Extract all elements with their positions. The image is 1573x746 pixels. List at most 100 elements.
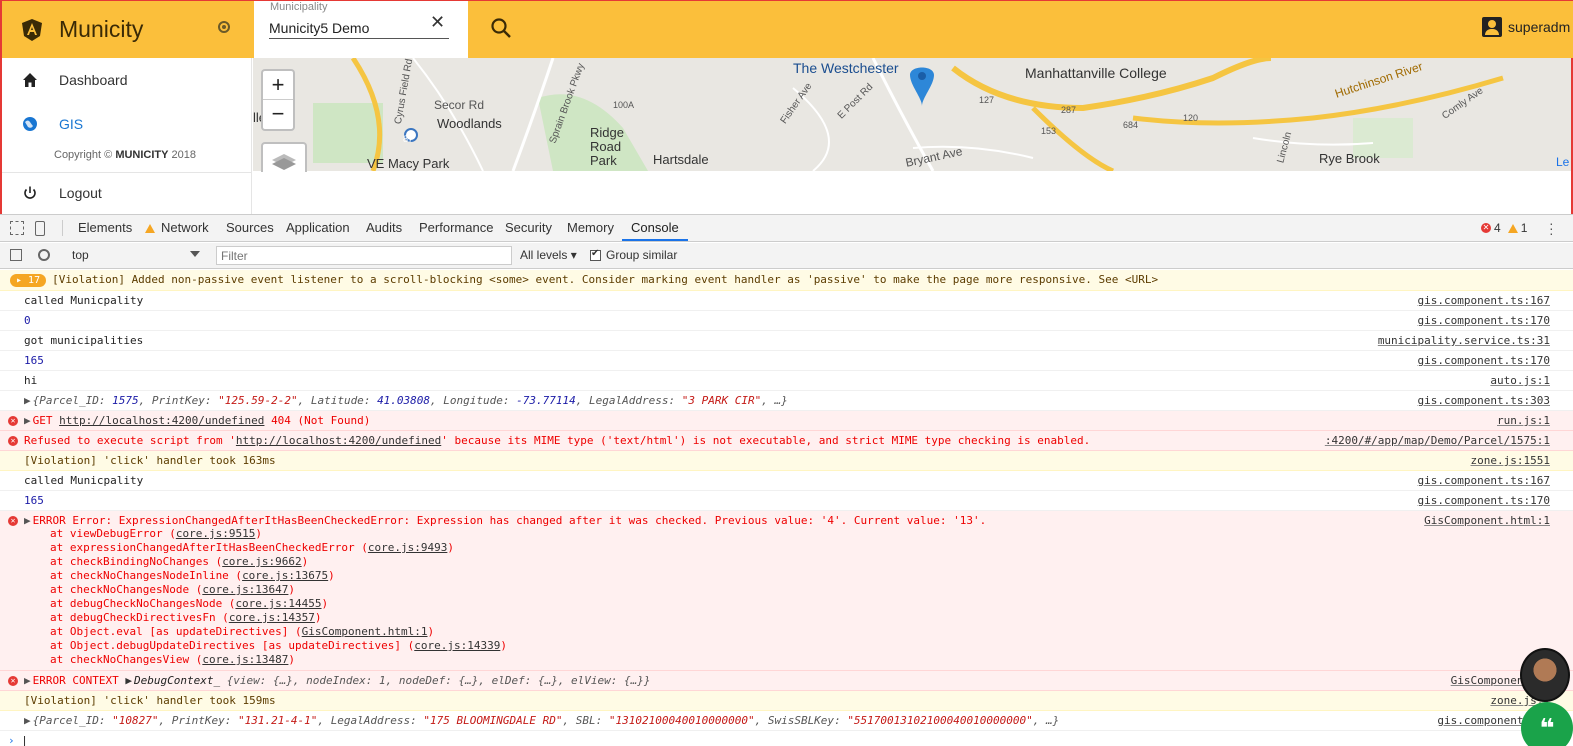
console-message[interactable]: called Municpality gis.component.ts:167 [0, 291, 1573, 311]
console-warning[interactable]: [Violation] 'click' handler took 159ms zo… [0, 691, 1573, 711]
sidebar-item-gis[interactable]: GIS [2, 104, 252, 144]
map-label: Manhattanville College [1025, 65, 1167, 81]
zoom-control: + − [261, 69, 295, 131]
source-link[interactable]: :4200/#/app/map/Demo/Parcel/1575:1 [1325, 434, 1550, 447]
tab-elements[interactable]: Elements [78, 215, 132, 241]
map-label: Woodlands [437, 116, 502, 131]
home-icon [23, 73, 37, 87]
source-link[interactable]: municipality.service.ts:31 [1378, 334, 1550, 347]
divider [62, 220, 63, 236]
zoom-out-button[interactable]: − [263, 100, 293, 129]
sidebar-item-logout[interactable]: Logout [2, 172, 252, 212]
repeat-count-badge: ▸ 17 [10, 274, 47, 287]
map-view[interactable]: The Westchester Manhattanville College W… [253, 58, 1571, 171]
context-select[interactable]: top [66, 246, 206, 265]
console-prompt[interactable]: › | [0, 731, 1573, 746]
group-similar-checkbox[interactable]: Group similar [590, 248, 677, 262]
console-error[interactable]: ✕ ▶ ERROR CONTEXT ▶ DebugContext_ {view: {… [0, 671, 1573, 691]
source-link[interactable]: run.js:1 [1497, 414, 1550, 427]
url-link[interactable]: http://localhost:4200/undefined [59, 414, 264, 427]
route-shield: 87 [403, 134, 414, 144]
tab-security[interactable]: Security [505, 215, 552, 241]
chat-icon[interactable]: ❝ [1521, 702, 1573, 746]
more-options-icon[interactable]: · · · [1549, 216, 1554, 240]
console-warning[interactable]: [Violation] 'click' handler took 163ms zo… [0, 451, 1573, 471]
device-toolbar-icon[interactable] [35, 221, 45, 236]
source-link[interactable]: gis.component.ts:170 [1418, 354, 1550, 367]
user-menu[interactable]: superadm [1482, 17, 1570, 37]
error-icon: ✕ [8, 436, 18, 446]
expand-arrow-icon[interactable]: ▶ [24, 714, 31, 727]
map-attribution[interactable]: Le [1556, 155, 1569, 169]
route-shield: 100A [613, 100, 635, 110]
console-error[interactable]: ✕ ▶ GET http://localhost:4200/undefined 4… [0, 411, 1573, 431]
tab-performance[interactable]: Performance [419, 215, 493, 241]
municipality-input[interactable] [269, 17, 449, 39]
console-message[interactable]: 165 gis.component.ts:170 [0, 491, 1573, 511]
error-count: 4 [1494, 221, 1501, 235]
tab-network[interactable]: Network [161, 215, 209, 241]
filter-input[interactable] [216, 246, 512, 265]
console-output: ▸ 17 [Violation] Added non-passive event … [0, 270, 1573, 746]
tab-audits[interactable]: Audits [366, 215, 402, 241]
municipality-select[interactable]: Municipality ✕ [254, 1, 468, 58]
sidebar-toggle-icon[interactable] [10, 249, 22, 261]
expand-arrow-icon[interactable]: ▶ [24, 514, 31, 527]
warning-icon [145, 224, 155, 233]
globe-icon [23, 117, 37, 131]
tab-console[interactable]: Console [622, 215, 688, 241]
zoom-in-button[interactable]: + [263, 71, 293, 100]
radio-toggle-icon[interactable] [218, 21, 230, 33]
brand: Municity [2, 1, 252, 58]
console-error[interactable]: ✕ Refused to execute script from 'http:/… [0, 431, 1573, 451]
source-link[interactable]: GisComponent.html:1 [1424, 514, 1550, 527]
expand-arrow-icon[interactable]: ▶ [24, 674, 31, 687]
console-message[interactable]: 165 gis.component.ts:170 [0, 351, 1573, 371]
angular-logo-icon [22, 18, 42, 41]
source-link[interactable]: zone.js:1551 [1471, 454, 1550, 467]
console-message[interactable]: got municipalities municipality.service.t… [0, 331, 1573, 351]
map-label: Rye Brook [1319, 151, 1380, 166]
tab-application[interactable]: Application [286, 215, 350, 241]
clear-console-icon[interactable] [38, 249, 50, 261]
app-title: Municity [59, 16, 144, 42]
devtools-tabbar: Elements Network Sources Application Aud… [0, 215, 1573, 242]
map-label: Ridge Road Park [590, 125, 624, 168]
clear-icon[interactable]: ✕ [430, 12, 445, 33]
console-message[interactable]: 0 gis.component.ts:170 [0, 311, 1573, 331]
route-shield: 287 [1061, 105, 1077, 115]
levels-dropdown[interactable]: All levels ▾ [520, 248, 577, 262]
tab-sources[interactable]: Sources [226, 215, 274, 241]
sidebar-item-label: Logout [59, 184, 102, 201]
user-name: superadm [1508, 19, 1571, 35]
error-icon: ✕ [8, 516, 18, 526]
console-object[interactable]: ▶ {Parcel_ID: "10827", PrintKey: "131.21-… [0, 711, 1573, 731]
expand-arrow-icon[interactable]: ▶ [24, 414, 31, 427]
url-link[interactable]: http://localhost:4200/undefined [236, 434, 441, 447]
sidebar-item-dashboard[interactable]: Dashboard [2, 60, 252, 100]
map-label: The Westchester [793, 60, 899, 76]
tab-memory[interactable]: Memory [567, 215, 614, 241]
layers-button[interactable] [261, 142, 307, 172]
stack-trace: at viewDebugError (core.js:9515) at expre… [50, 527, 507, 666]
error-icon: ✕ [1481, 223, 1491, 233]
console-toolbar: top All levels ▾ Group similar [0, 243, 1573, 269]
source-link[interactable]: gis.component.ts:167 [1418, 474, 1550, 487]
source-link[interactable]: gis.component.ts:170 [1418, 314, 1550, 327]
search-icon[interactable] [490, 17, 512, 39]
console-message[interactable]: hi auto.js:1 [0, 371, 1573, 391]
issue-counter[interactable]: ✕ 4 1 [1481, 221, 1527, 235]
source-link[interactable]: gis.component.ts:303 [1418, 394, 1550, 407]
layers-icon [272, 154, 296, 170]
source-link[interactable]: gis.component.ts:167 [1418, 294, 1550, 307]
avatar[interactable] [1520, 648, 1570, 702]
expand-arrow-icon[interactable]: ▶ [24, 394, 31, 407]
checkbox-icon [590, 248, 601, 261]
console-error[interactable]: ✕ ▶ ERROR Error: ExpressionChangedAfterIt… [0, 511, 1573, 671]
source-link[interactable]: auto.js:1 [1490, 374, 1550, 387]
console-object[interactable]: ▶ {Parcel_ID: 1575, PrintKey: "125.59-2-2… [0, 391, 1573, 411]
console-message[interactable]: ▸ 17 [Violation] Added non-passive event … [0, 270, 1573, 291]
inspect-icon[interactable] [10, 221, 24, 235]
source-link[interactable]: gis.component.ts:170 [1418, 494, 1550, 507]
console-message[interactable]: called Municpality gis.component.ts:167 [0, 471, 1573, 491]
